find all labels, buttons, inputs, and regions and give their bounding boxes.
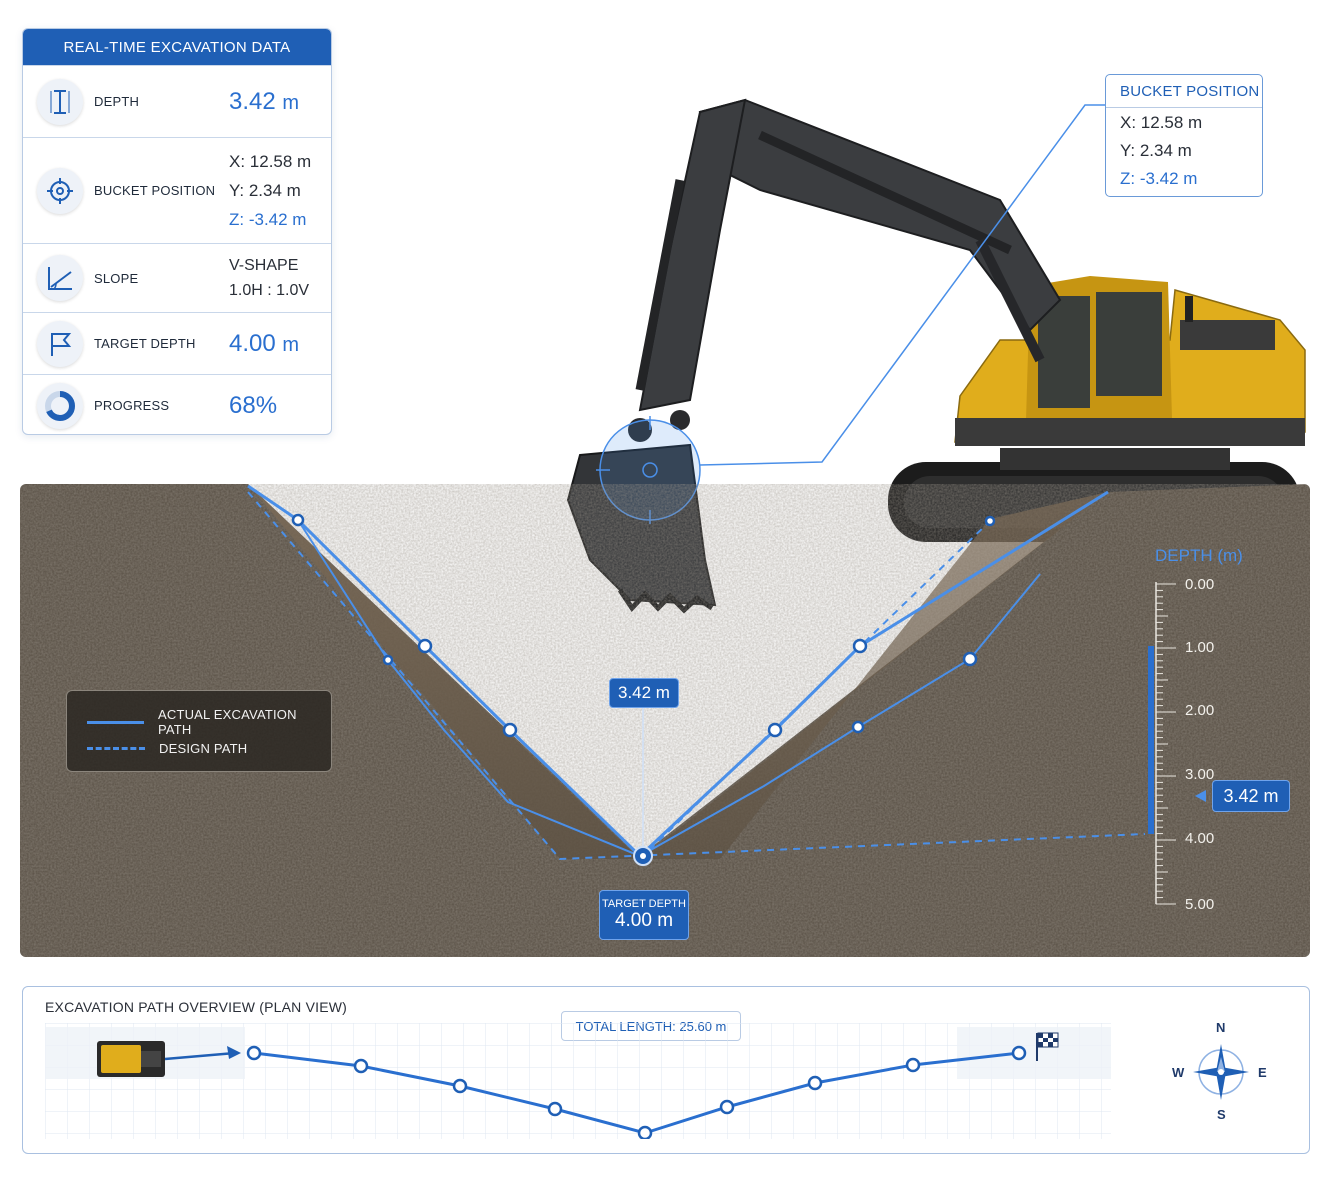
legend-design-swatch — [87, 747, 145, 750]
bucket-position-callout: BUCKET POSITION X: 12.58 m Y: 2.34 m Z: … — [1105, 74, 1263, 197]
callout-z: Z: -3.42 m — [1120, 169, 1198, 188]
excavator-stick — [628, 98, 747, 442]
plan-view-map — [45, 1023, 1111, 1139]
depth-tick-1: 1.00 — [1185, 639, 1215, 656]
current-depth-readout: 3.42 m — [1212, 780, 1290, 812]
depth-axis-title: DEPTH (m) — [1155, 546, 1243, 565]
depth-tick-5: 5.00 — [1185, 896, 1215, 913]
callout-divider — [1106, 107, 1262, 108]
callout-y: Y: 2.34 m — [1120, 141, 1192, 160]
legend-actual: ACTUAL EXCAVATION PATH — [87, 707, 331, 737]
compass-s: S — [1217, 1107, 1226, 1122]
plan-view-panel: EXCAVATION PATH OVERVIEW (PLAN VIEW) TOT… — [22, 986, 1310, 1154]
compass-e: E — [1258, 1065, 1267, 1080]
compass-n: N — [1216, 1020, 1226, 1035]
path-legend: ACTUAL EXCAVATION PATH DESIGN PATH — [66, 690, 332, 772]
excavator-boom — [698, 98, 1062, 363]
depth-tick-4: 4.00 — [1185, 830, 1215, 847]
legend-actual-label: ACTUAL EXCAVATION PATH — [157, 707, 297, 737]
trench-bottom-marker — [633, 706, 653, 866]
compass-w: W — [1172, 1065, 1185, 1080]
callout-title: BUCKET POSITION — [1120, 83, 1260, 100]
target-depth-tag-value: 4.00 m — [614, 910, 674, 931]
callout-x: X: 12.58 m — [1120, 113, 1203, 132]
compass-rose-icon — [1193, 1044, 1249, 1100]
depth-tick-2: 2.00 — [1185, 702, 1215, 719]
depth-tick-0: 0.00 — [1185, 576, 1215, 593]
legend-design: DESIGN PATH — [87, 741, 247, 756]
current-depth-tag: 3.42 m — [609, 678, 679, 708]
legend-actual-swatch — [87, 720, 144, 724]
legend-design-label: DESIGN PATH — [159, 741, 248, 756]
target-depth-tag-label: TARGET DEPTH — [602, 898, 686, 910]
target-depth-tag: TARGET DEPTH 4.00 m — [599, 890, 689, 940]
plan-view-title: EXCAVATION PATH OVERVIEW (PLAN VIEW) — [45, 999, 348, 1015]
depth-tick-3: 3.00 — [1185, 766, 1215, 783]
